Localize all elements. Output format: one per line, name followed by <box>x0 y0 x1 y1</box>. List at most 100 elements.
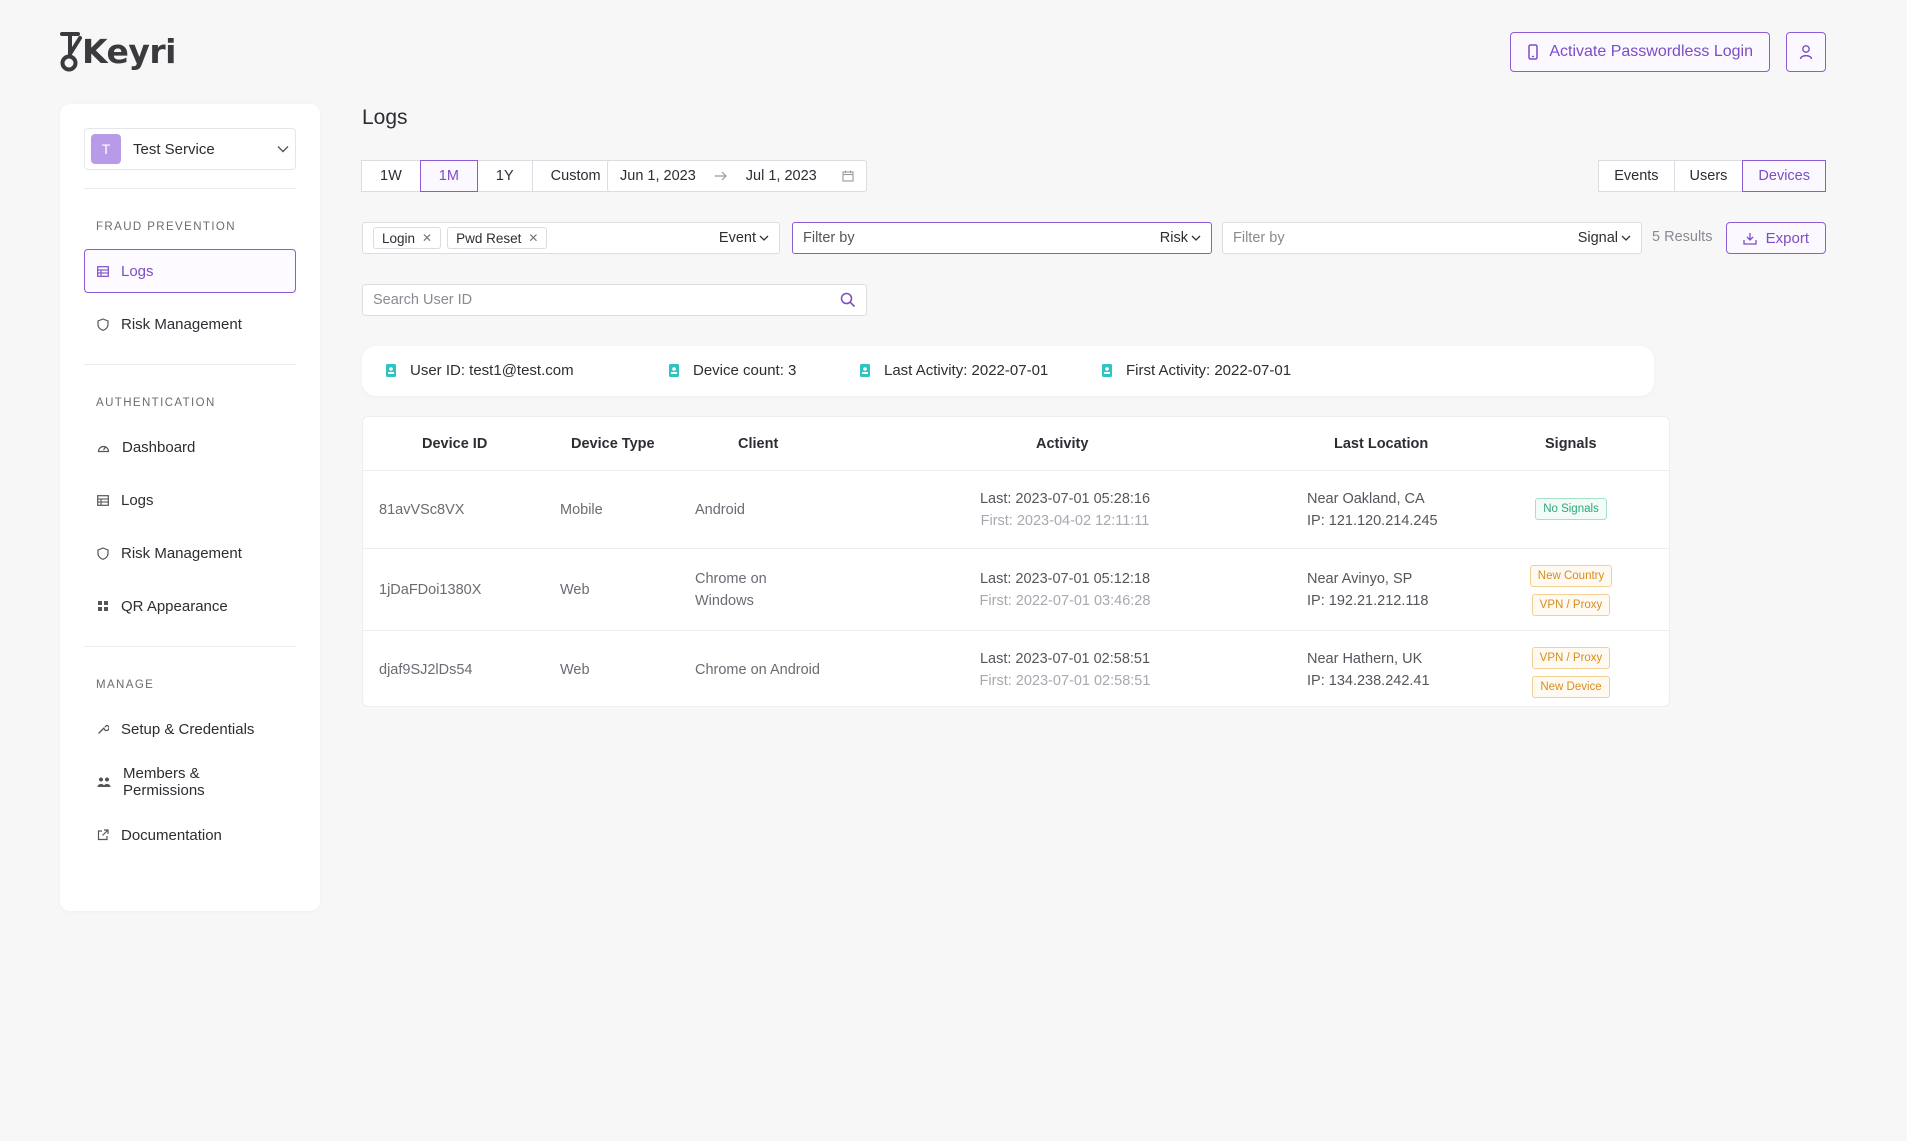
cell-signals: VPN / Proxy New Device <box>1511 647 1631 698</box>
time-range-group: 1W 1M 1Y Custom <box>361 160 620 192</box>
summary-text: First Activity: 2022-07-01 <box>1126 362 1292 379</box>
arrow-right-icon <box>714 171 727 181</box>
sidebar-item-fraud-logs[interactable]: Logs <box>84 249 296 293</box>
view-events-button[interactable]: Events <box>1598 160 1675 192</box>
table-row[interactable]: 1jDaFDoi1380X Web Chrome on Windows Last… <box>363 549 1669 631</box>
sidebar-item-label: Documentation <box>121 826 222 844</box>
chevron-down-icon <box>1621 235 1631 241</box>
sidebar-item-label: Members & Permissions <box>123 765 205 799</box>
col-activity[interactable]: Activity <box>1036 436 1088 452</box>
sidebar-item-members-permissions[interactable]: Members & Permissions <box>84 760 296 804</box>
summary-last-activity: Last Activity: 2022-07-01 <box>860 362 1048 379</box>
table-row[interactable]: djaf9SJ2lDs54 Web Chrome on Android Last… <box>363 631 1669 707</box>
shield-icon <box>97 317 109 331</box>
summary-text: Last Activity: 2022-07-01 <box>884 362 1049 379</box>
user-summary-bar: User ID: test1@test.com Device count: 3 … <box>362 346 1654 396</box>
chip-pwd-reset[interactable]: Pwd Reset ✕ <box>447 227 548 249</box>
sidebar-item-label: Dashboard <box>122 438 196 456</box>
ip-text: IP: 121.120.214.245 <box>1307 513 1438 529</box>
service-name: Test Service <box>133 140 215 158</box>
activity-last: Last: 2023-07-01 05:28:16 <box>979 491 1151 507</box>
range-1m-button[interactable]: 1M <box>419 160 478 192</box>
cell-device-id: djaf9SJ2lDs54 <box>379 662 473 678</box>
brand-name: Keyri <box>82 31 176 71</box>
table-header: Device ID Device Type Client Activity La… <box>363 417 1669 471</box>
risk-dropdown-label: Risk <box>1159 230 1188 246</box>
account-button[interactable] <box>1786 32 1826 72</box>
signal-badge: VPN / Proxy <box>1531 647 1611 669</box>
export-label: Export <box>1765 229 1809 247</box>
range-1y-button[interactable]: 1Y <box>476 160 533 192</box>
divider <box>84 646 296 647</box>
phone-icon <box>1528 44 1539 60</box>
search-user-box <box>362 284 867 316</box>
search-icon[interactable] <box>840 292 856 308</box>
close-icon[interactable]: ✕ <box>422 231 432 245</box>
wrench-icon <box>98 724 109 734</box>
results-count: 5 Results <box>1652 229 1713 245</box>
activity-last: Last: 2023-07-01 02:58:51 <box>979 651 1151 667</box>
activate-label: Activate Passwordless Login <box>1549 43 1753 60</box>
col-device-type[interactable]: Device Type <box>571 436 655 452</box>
key-logo-icon <box>60 32 82 72</box>
col-signals[interactable]: Signals <box>1545 436 1597 452</box>
sidebar-item-fraud-risk-management[interactable]: Risk Management <box>84 302 296 346</box>
summary-text: Device count: 3 <box>693 362 797 379</box>
section-authentication: AUTHENTICATION <box>96 397 216 409</box>
cell-activity: Last: 2023-07-01 05:28:16 First: 2023-04… <box>945 488 1185 532</box>
close-icon[interactable]: ✕ <box>528 231 538 245</box>
cell-activity: Last: 2023-07-01 02:58:51 First: 2023-07… <box>945 648 1185 692</box>
range-1w-button[interactable]: 1W <box>361 160 421 192</box>
signal-badge: New Country <box>1529 565 1613 587</box>
signal-badge: VPN / Proxy <box>1531 594 1611 616</box>
cell-type: Web <box>560 662 590 678</box>
section-manage: MANAGE <box>96 679 155 691</box>
sidebar-item-qr-appearance[interactable]: QR Appearance <box>84 584 296 628</box>
risk-filter[interactable]: Filter by Risk <box>792 222 1212 254</box>
signal-badge: No Signals <box>1535 498 1607 520</box>
event-dropdown[interactable]: Event <box>719 230 769 246</box>
chevron-down-icon <box>277 146 289 153</box>
table-icon <box>97 494 109 506</box>
cell-device-id: 81avVSc8VX <box>379 502 465 518</box>
cell-location: Near Oakland, CA IP: 121.120.214.245 <box>1307 488 1438 532</box>
col-device-id[interactable]: Device ID <box>422 436 487 452</box>
summary-text: User ID: test1@test.com <box>410 362 574 379</box>
divider <box>84 188 296 189</box>
signal-filter[interactable]: Filter by Signal <box>1222 222 1642 254</box>
chip-login[interactable]: Login ✕ <box>373 227 442 249</box>
cell-device-id: 1jDaFDoi1380X <box>379 582 482 598</box>
date-range-picker[interactable]: Jun 1, 2023 Jul 1, 2023 <box>607 160 867 192</box>
sidebar-item-documentation[interactable]: Documentation <box>84 813 296 857</box>
cell-type: Mobile <box>560 502 603 518</box>
divider <box>84 364 296 365</box>
chip-label: Login <box>382 230 416 246</box>
view-devices-button[interactable]: Devices <box>1742 160 1826 192</box>
risk-dropdown[interactable]: Risk <box>1160 230 1201 246</box>
col-client[interactable]: Client <box>738 436 778 452</box>
service-selector[interactable]: T Test Service <box>84 128 296 170</box>
sidebar-item-setup-credentials[interactable]: Setup & Credentials <box>84 707 296 751</box>
sidebar: T Test Service FRAUD PREVENTION Logs Ris… <box>60 104 320 911</box>
keyri-logo[interactable]: Keyri <box>58 30 176 72</box>
date-from: Jun 1, 2023 <box>620 168 696 184</box>
export-button[interactable]: Export <box>1725 222 1826 254</box>
sidebar-item-auth-logs[interactable]: Logs <box>84 478 296 522</box>
view-users-button[interactable]: Users <box>1673 160 1744 192</box>
event-filter[interactable]: Login ✕ Pwd Reset ✕ Event <box>362 222 780 254</box>
signal-dropdown[interactable]: Signal <box>1578 230 1631 246</box>
sidebar-item-label: Risk Management <box>121 315 242 333</box>
cell-client: Android <box>695 502 745 518</box>
location-text: Near Oakland, CA <box>1307 491 1425 507</box>
col-last-location[interactable]: Last Location <box>1334 436 1428 452</box>
activity-first: First: 2023-04-02 12:11:11 <box>980 513 1150 529</box>
sidebar-item-auth-risk-management[interactable]: Risk Management <box>84 531 296 575</box>
search-user-input[interactable] <box>373 292 840 308</box>
table-row[interactable]: 81avVSc8VX Mobile Android Last: 2023-07-… <box>363 471 1669 549</box>
view-toggle-group: Events Users Devices <box>1598 160 1826 192</box>
chevron-down-icon <box>759 235 769 241</box>
sidebar-item-dashboard[interactable]: Dashboard <box>84 425 296 469</box>
ip-text: IP: 134.238.242.41 <box>1307 673 1430 689</box>
activate-passwordless-button[interactable]: Activate Passwordless Login <box>1510 32 1770 72</box>
sidebar-item-label: Setup & Credentials <box>121 720 255 738</box>
